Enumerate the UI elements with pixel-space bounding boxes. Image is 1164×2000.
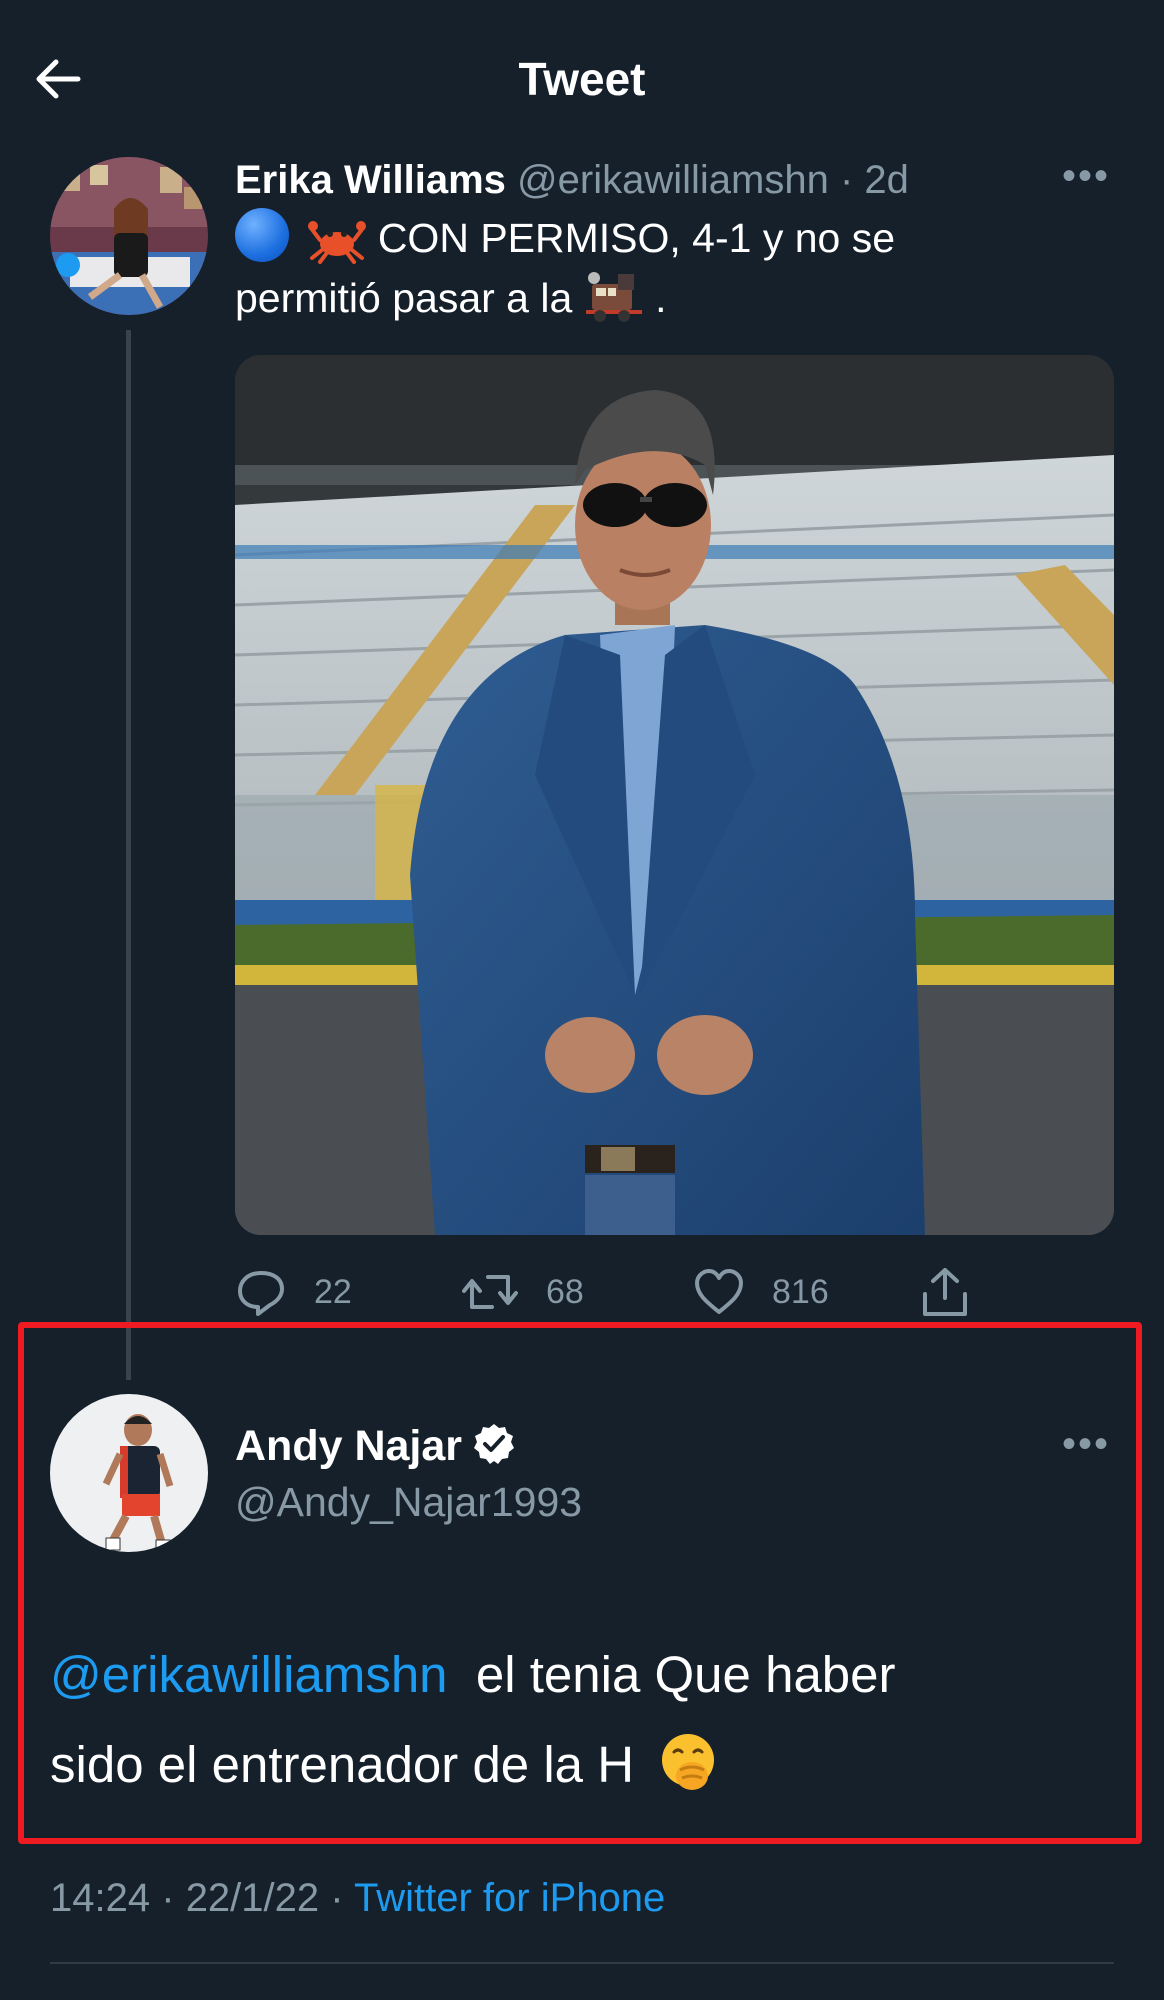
tweet-text-end: . bbox=[655, 275, 667, 321]
separator-dot: · bbox=[330, 1876, 344, 1920]
separator-dot: · bbox=[161, 1876, 175, 1920]
avatar-andy-najar[interactable] bbox=[50, 1394, 208, 1552]
author-name-andy[interactable]: Andy Najar bbox=[235, 1418, 516, 1474]
tweet-text-line1: CON PERMISO, 4-1 y no se bbox=[377, 215, 896, 261]
retweet-icon bbox=[462, 1275, 518, 1309]
face-with-hand-over-mouth-icon bbox=[662, 1734, 715, 1790]
train-icon bbox=[585, 272, 642, 322]
reply-icon bbox=[238, 1271, 284, 1316]
blue-circle-icon bbox=[235, 208, 289, 262]
more-options-icon[interactable]: ••• bbox=[1062, 152, 1110, 200]
share-icon bbox=[923, 1268, 967, 1316]
like-count: 816 bbox=[772, 1272, 829, 1311]
author-name-text: Andy Najar bbox=[235, 1422, 463, 1470]
retweet-count: 68 bbox=[546, 1272, 584, 1311]
share-button[interactable] bbox=[920, 1262, 998, 1322]
avatar-erika-williams[interactable] bbox=[50, 157, 208, 315]
mention-link[interactable]: @erikawilliamshn bbox=[50, 1646, 448, 1703]
author-handle-andy[interactable]: @Andy_Najar1993 bbox=[235, 1474, 582, 1530]
reply-text-part1: el tenia Que haber bbox=[475, 1646, 896, 1703]
retweet-button[interactable]: 68 bbox=[462, 1262, 584, 1322]
crab-icon bbox=[308, 221, 367, 264]
thread-connector-line bbox=[126, 330, 131, 1380]
page-title: Tweet bbox=[518, 53, 646, 105]
tweet-date: 22/1/22 bbox=[185, 1876, 320, 1920]
tweet-text-line2: permitió pasar a la bbox=[235, 275, 573, 321]
separator-dot: · bbox=[839, 158, 854, 202]
author-handle[interactable]: @erikawilliamshn bbox=[517, 158, 829, 202]
tweet-photo[interactable] bbox=[235, 355, 1114, 1235]
reply-tweet-text: @erikawilliamshn el tenia Que haber sido… bbox=[50, 1630, 1130, 1810]
like-button[interactable]: 816 bbox=[694, 1262, 829, 1322]
tweet-time[interactable]: 2d bbox=[864, 158, 909, 202]
tweet-source-link[interactable]: Twitter for iPhone bbox=[354, 1876, 665, 1920]
author-name[interactable]: Erika Williams bbox=[235, 158, 506, 202]
heart-icon bbox=[695, 1269, 743, 1314]
reply-button[interactable]: 22 bbox=[236, 1262, 352, 1322]
verified-badge-icon bbox=[474, 1424, 515, 1464]
tweet-header: Erika Williams @erikawilliamshn · 2d bbox=[235, 152, 909, 208]
reply-count: 22 bbox=[314, 1272, 352, 1311]
tweet-text: CON PERMISO, 4-1 y no se permitió pasar … bbox=[235, 208, 1115, 328]
tweet-timestamp: 14:24 bbox=[50, 1876, 151, 1920]
more-options-icon[interactable]: ••• bbox=[1062, 1420, 1110, 1468]
tweet-metadata: 14:24 · 22/1/22 · Twitter for iPhone bbox=[50, 1868, 665, 1928]
divider bbox=[50, 1962, 1114, 1964]
reply-text-part2: sido el entrenador de la H bbox=[50, 1736, 635, 1793]
